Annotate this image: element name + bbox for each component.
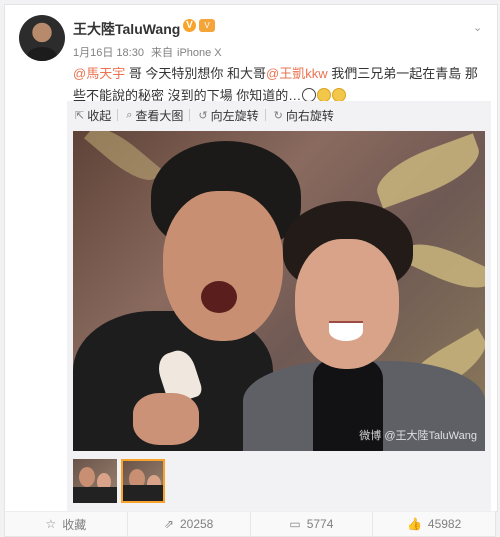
thumbnail[interactable] <box>73 459 117 503</box>
divider <box>117 109 119 121</box>
divider <box>264 109 266 121</box>
weibo-post-card: 王大陸TaluWang V V ⌄ 1月16日 18:30 来自 iPhone X… <box>4 4 498 512</box>
like-count: 45982 <box>427 517 462 531</box>
emoji-sunglasses-icon <box>302 88 317 102</box>
post-text-part: 哥 今天特別想你 和大哥 <box>125 66 267 81</box>
repost-icon: ⇗ <box>163 517 174 531</box>
thumbnail-selected[interactable] <box>121 459 165 503</box>
mention-link[interactable]: @王凱kkw <box>266 66 328 81</box>
repost-count: 20258 <box>179 517 214 531</box>
collapse-icon: ⇱ <box>75 109 85 122</box>
rotate-left-button[interactable]: ↺ 向左旋转 <box>198 107 258 124</box>
emoji-smile-icon <box>317 88 332 102</box>
rotate-right-icon: ↻ <box>273 109 283 122</box>
vip-badge-icon: V <box>199 19 215 32</box>
device-name[interactable]: iPhone X <box>177 47 222 59</box>
media-viewer: ⇱ 收起 ⌕ 查看大图 ↺ 向左旋转 ↻ 向右旋转 微博 @王大陸TaluWan… <box>67 101 491 511</box>
username[interactable]: 王大陸TaluWang <box>73 19 180 39</box>
source-prefix: 来自 <box>151 47 173 59</box>
thumbnail-strip <box>73 459 165 503</box>
rotate-right-label: 向右旋转 <box>285 108 334 123</box>
like-button[interactable]: 👍 45982 <box>373 512 495 536</box>
thumbs-up-icon: 👍 <box>406 517 422 531</box>
collapse-button[interactable]: ⇱ 收起 <box>75 107 111 124</box>
media-toolbar: ⇱ 收起 ⌕ 查看大图 ↺ 向左旋转 ↻ 向右旋转 <box>67 101 491 129</box>
favorite-button[interactable]: ☆ 收藏 <box>5 512 128 536</box>
verified-badge-icon: V <box>183 19 196 32</box>
rotate-left-label: 向左旋转 <box>210 108 259 123</box>
view-large-button[interactable]: ⌕ 查看大图 <box>126 107 183 124</box>
chevron-down-icon[interactable]: ⌄ <box>473 21 483 34</box>
rotate-right-button[interactable]: ↻ 向右旋转 <box>274 107 334 124</box>
post-meta: 1月16日 18:30 来自 iPhone X <box>73 44 226 60</box>
comment-icon: ▭ <box>289 517 301 531</box>
collapse-label: 收起 <box>87 108 112 123</box>
avatar[interactable] <box>19 15 65 61</box>
view-large-label: 查看大图 <box>135 108 184 123</box>
mention-link[interactable]: @馬天宇 <box>73 66 125 81</box>
post-time[interactable]: 1月16日 18:30 <box>73 47 144 59</box>
action-bar: ☆ 收藏 ⇗ 20258 ▭ 5774 👍 45982 <box>4 511 496 537</box>
comment-button[interactable]: ▭ 5774 <box>251 512 374 536</box>
star-icon: ☆ <box>45 517 57 531</box>
rotate-left-icon: ↺ <box>198 109 208 122</box>
post-photo[interactable]: 微博 @王大陸TaluWang <box>73 131 485 451</box>
repost-button[interactable]: ⇗ 20258 <box>128 512 251 536</box>
photo-watermark: 微博 @王大陸TaluWang <box>359 430 477 442</box>
magnifier-icon: ⌕ <box>126 108 133 121</box>
divider <box>189 109 191 121</box>
favorite-label: 收藏 <box>62 517 87 532</box>
comment-count: 5774 <box>306 517 334 531</box>
emoji-laugh-icon <box>332 88 347 102</box>
